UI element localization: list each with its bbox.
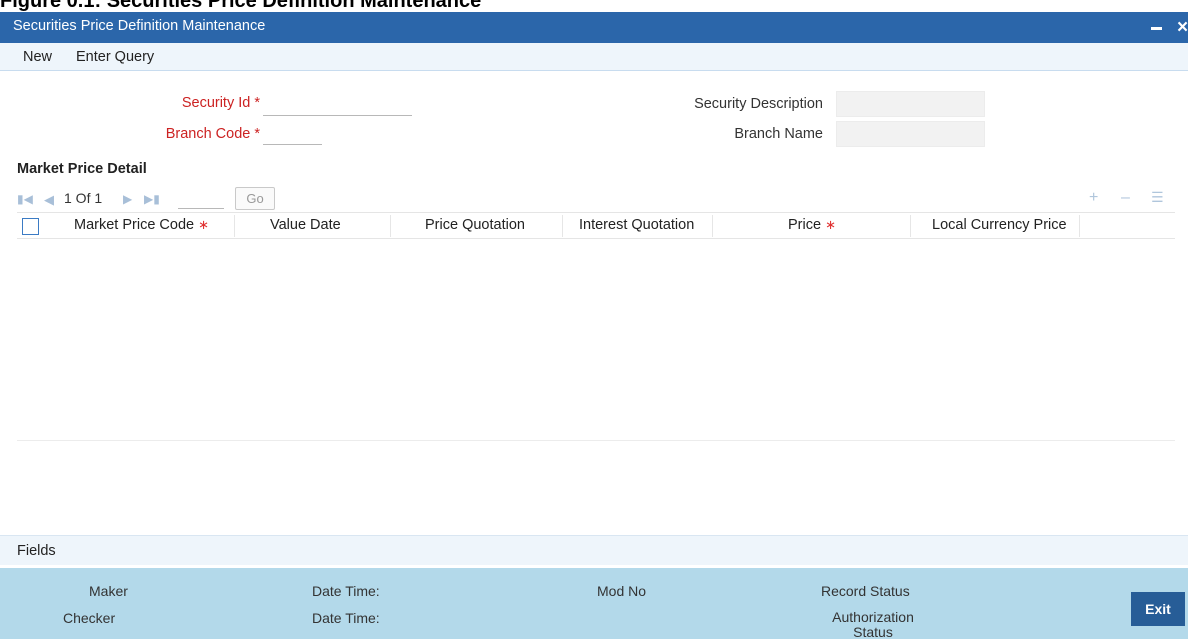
go-button[interactable]: Go [235, 187, 275, 210]
record-status-label: Record Status [821, 583, 910, 599]
fields-link[interactable]: Fields [17, 543, 56, 559]
select-all-checkbox[interactable] [22, 218, 39, 235]
authorization-status-label: Authorization Status [832, 609, 914, 639]
next-page-icon[interactable]: ▶ [123, 192, 132, 206]
market-price-section-title: Market Price Detail [17, 161, 147, 177]
pagination-bar: ▮◀ ◀ 1 Of 1 ▶ ▶▮ Go + – ☰ [17, 186, 1175, 212]
close-icon[interactable]: × [1177, 17, 1188, 39]
menu-bar: New Enter Query [0, 43, 1188, 71]
grid-header-row: Market Price Code ∗ Value Date Price Quo… [17, 212, 1175, 239]
branch-name-field [836, 121, 985, 147]
window-titlebar: Securities Price Definition Maintenance … [0, 12, 1188, 43]
page-indicator: 1 Of 1 [64, 190, 103, 206]
menu-enter-query[interactable]: Enter Query [76, 49, 154, 65]
column-header-market-price-code[interactable]: Market Price Code ∗ [74, 217, 209, 233]
branch-name-label: Branch Name [734, 126, 823, 142]
security-description-label: Security Description [694, 96, 823, 112]
maker-date-time-label: Date Time: [312, 583, 380, 599]
exit-button[interactable]: Exit [1131, 592, 1185, 626]
minimize-icon[interactable] [1151, 18, 1163, 38]
page-number-input[interactable] [178, 188, 224, 209]
figure-caption: Figure 0.1: Securities Price Definition … [0, 0, 482, 12]
required-marker: ∗ [198, 217, 210, 232]
required-marker: ∗ [825, 217, 836, 232]
branch-code-input[interactable] [263, 123, 322, 145]
column-header-value-date[interactable]: Value Date [270, 217, 341, 233]
single-view-icon[interactable]: ☰ [1151, 189, 1164, 206]
checker-date-time-label: Date Time: [312, 610, 380, 626]
first-page-icon[interactable]: ▮◀ [17, 192, 33, 206]
last-page-icon[interactable]: ▶▮ [144, 192, 160, 206]
column-header-price-quotation[interactable]: Price Quotation [425, 217, 525, 233]
window-title: Securities Price Definition Maintenance [13, 18, 266, 34]
mod-no-label: Mod No [597, 583, 647, 599]
delete-row-icon[interactable]: – [1121, 189, 1130, 207]
audit-panel: Maker Checker Date Time: Date Time: Mod … [0, 568, 1188, 639]
column-header-local-currency-price[interactable]: Local Currency Price [932, 217, 1067, 233]
fields-bar: Fields [0, 535, 1188, 565]
menu-new[interactable]: New [23, 49, 52, 65]
branch-code-label: Branch Code * [165, 126, 260, 142]
column-header-price[interactable]: Price ∗ [788, 217, 836, 233]
add-row-icon[interactable]: + [1089, 189, 1098, 207]
checker-label: Checker [63, 610, 116, 626]
maker-label: Maker [89, 583, 128, 599]
market-price-grid: Market Price Code ∗ Value Date Price Quo… [17, 212, 1175, 441]
previous-page-icon[interactable]: ◀ [44, 192, 54, 208]
column-header-interest-quotation[interactable]: Interest Quotation [579, 217, 694, 233]
security-description-field [836, 91, 985, 117]
security-id-input[interactable] [263, 94, 412, 116]
security-id-label: Security Id * [181, 95, 260, 111]
